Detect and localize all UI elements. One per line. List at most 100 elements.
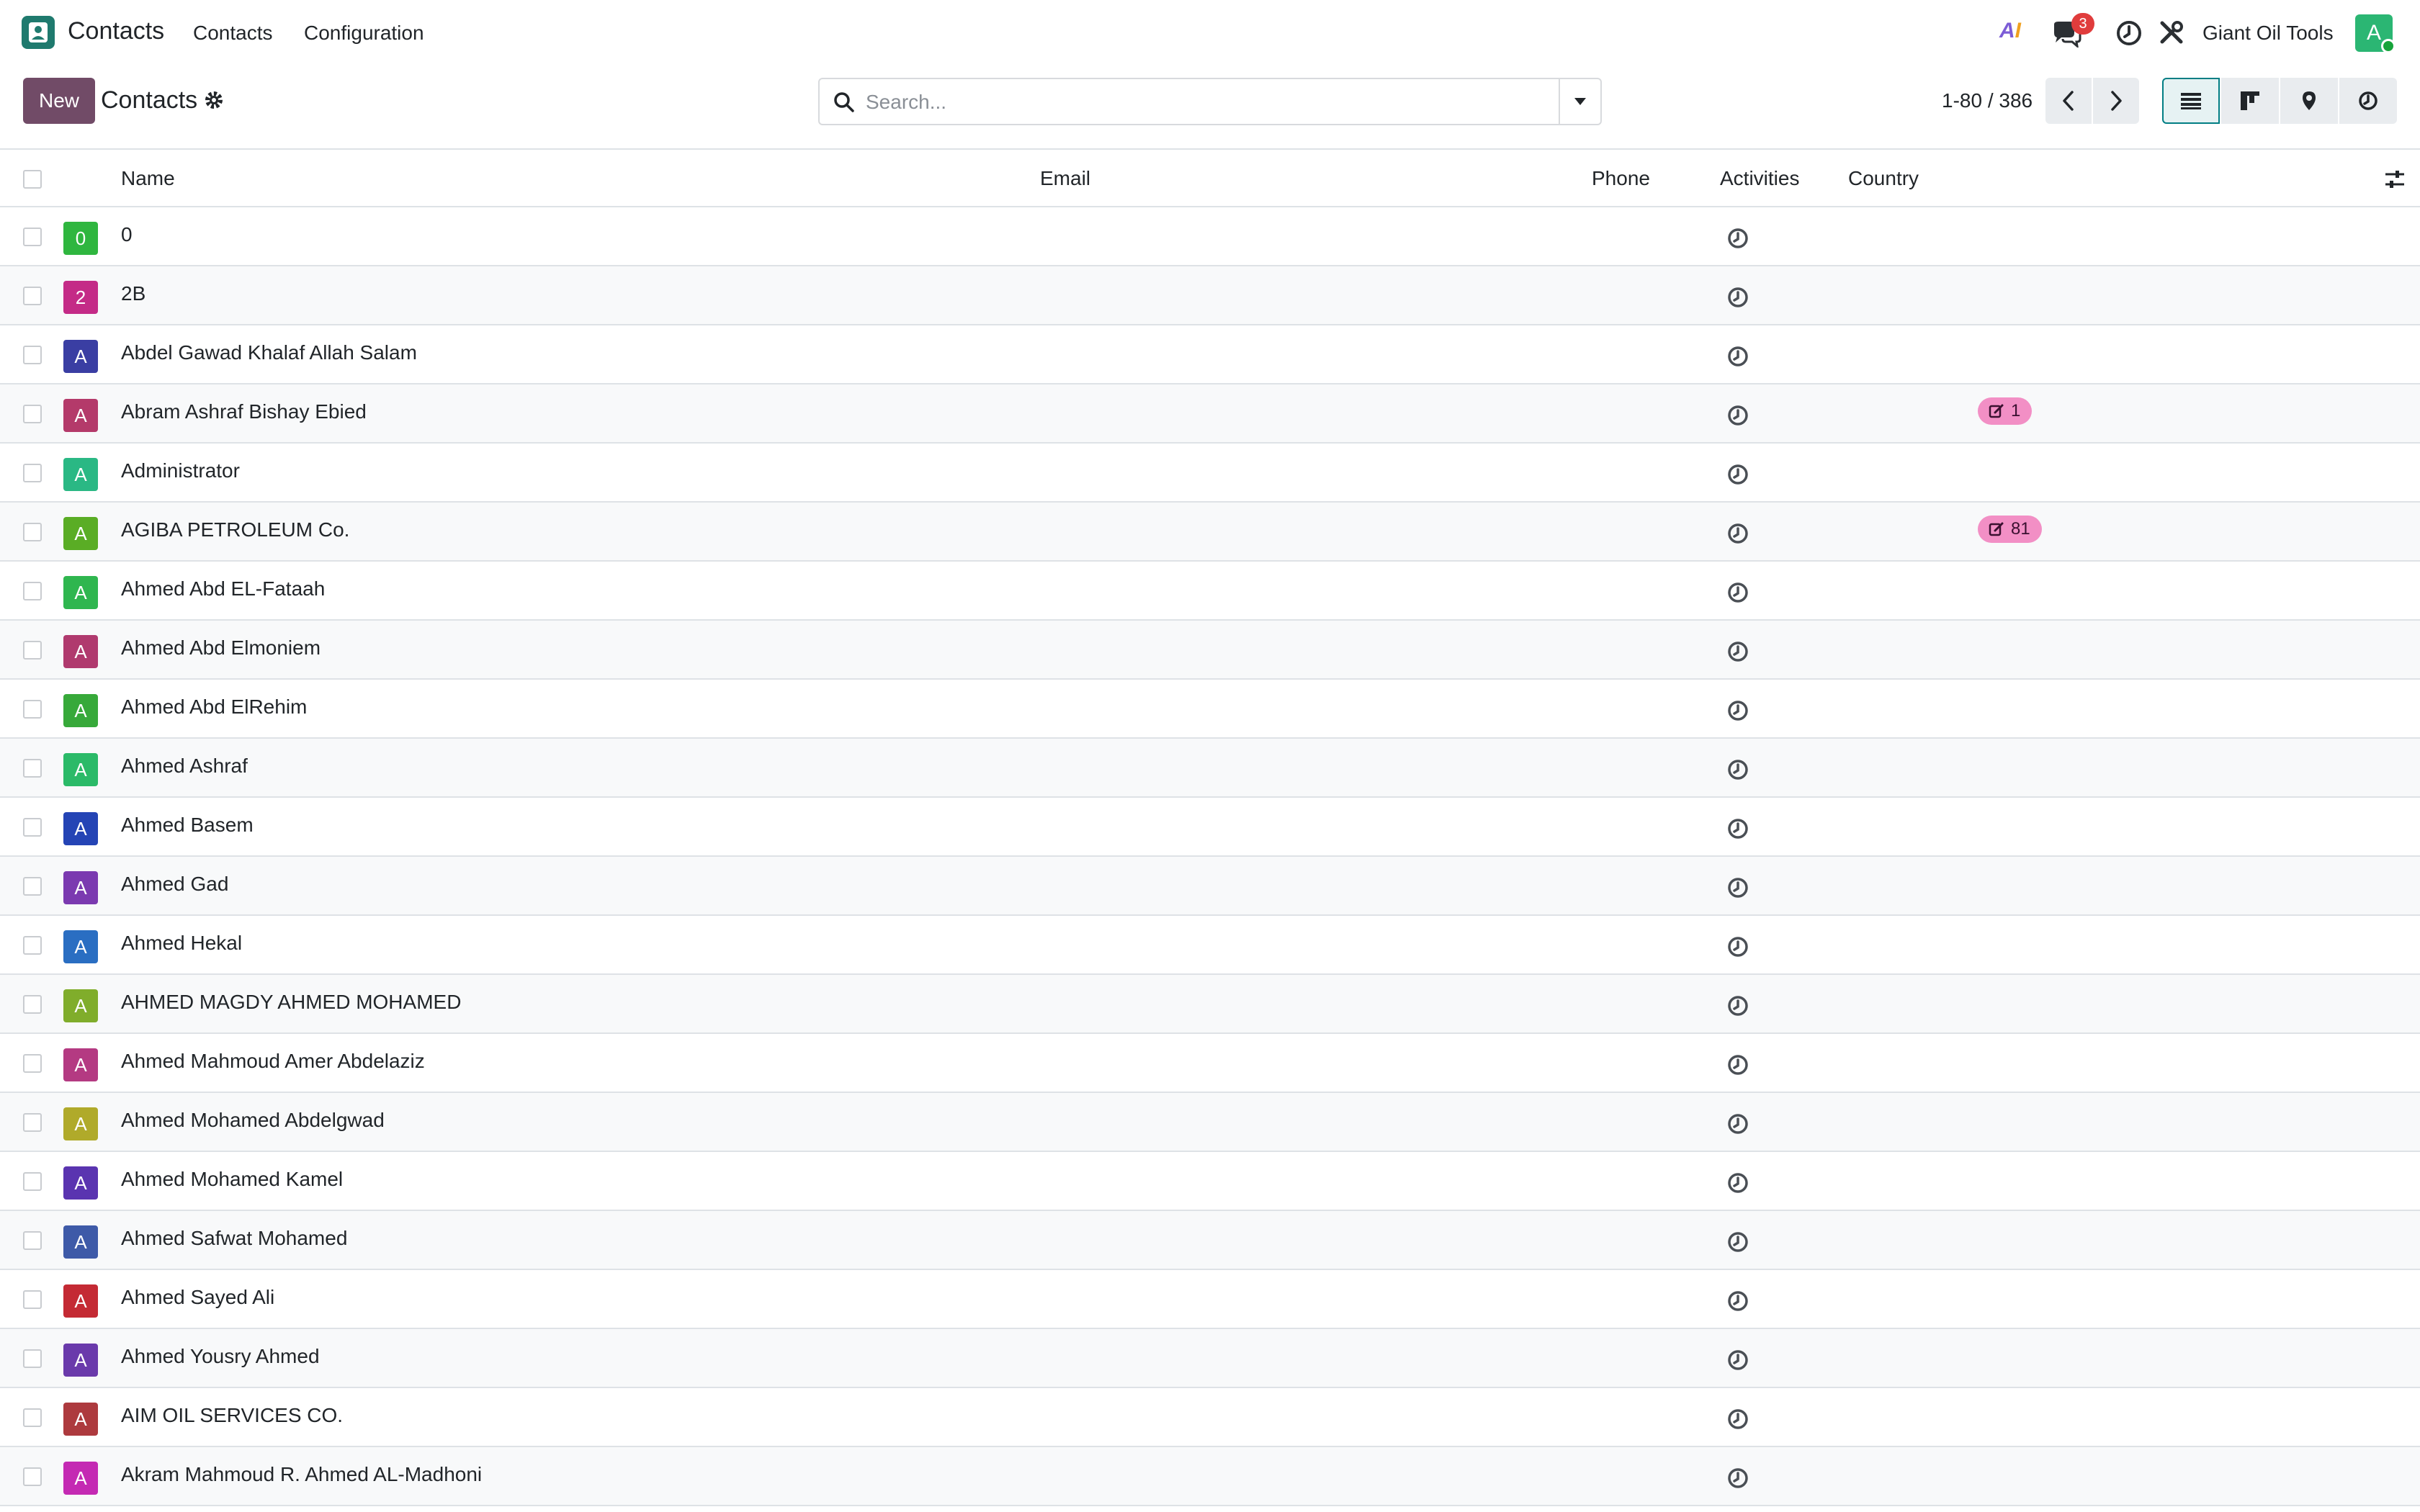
row-checkbox[interactable] — [23, 464, 42, 482]
table-row[interactable]: A Ahmed Mohamed Abdelgwad — [0, 1093, 2420, 1152]
table-row[interactable]: A Ahmed Mohamed Kamel — [0, 1152, 2420, 1211]
contact-name[interactable]: AIM OIL SERVICES CO. — [121, 1404, 343, 1427]
table-row[interactable]: A AHMED MAGDY AHMED MOHAMED — [0, 975, 2420, 1034]
select-all-checkbox[interactable] — [23, 170, 42, 189]
contact-name[interactable]: Ahmed Abd ElRehim — [121, 696, 307, 719]
contact-name[interactable]: Akram Mahmoud R. Ahmed AL-Madhoni — [121, 1463, 482, 1486]
contact-name[interactable]: Ahmed Hekal — [121, 932, 242, 955]
table-row[interactable]: A Ahmed Basem — [0, 798, 2420, 857]
activity-clock-icon[interactable] — [1726, 1466, 1750, 1490]
row-checkbox[interactable] — [23, 700, 42, 719]
map-view-button[interactable] — [2280, 78, 2338, 124]
activity-clock-icon[interactable] — [1726, 1230, 1750, 1254]
activity-clock-icon[interactable] — [1726, 285, 1750, 310]
table-row[interactable]: A AGIBA PETROLEUM Co. 81 — [0, 503, 2420, 562]
activity-clock-icon[interactable] — [1726, 1348, 1750, 1372]
gear-icon[interactable] — [203, 89, 225, 111]
table-row[interactable]: A Ahmed Abd Elmoniem — [0, 621, 2420, 680]
table-row[interactable]: A Akram Mahmoud R. Ahmed AL-Madhoni — [0, 1447, 2420, 1506]
ai-icon[interactable]: AI — [1999, 19, 2021, 43]
row-checkbox[interactable] — [23, 1054, 42, 1073]
activity-clock-icon[interactable] — [1726, 698, 1750, 723]
activity-clock-icon[interactable] — [1726, 994, 1750, 1018]
row-checkbox[interactable] — [23, 1408, 42, 1427]
table-row[interactable]: A AIM OIL SERVICES CO. — [0, 1388, 2420, 1447]
company-switcher[interactable]: Giant Oil Tools — [2202, 22, 2334, 45]
contact-name[interactable]: Ahmed Mahmoud Amer Abdelaziz — [121, 1050, 425, 1073]
table-row[interactable]: A Ahmed Abd EL-Fataah — [0, 562, 2420, 621]
table-row[interactable]: A Ahmed Safwat Mohamed — [0, 1211, 2420, 1270]
table-row[interactable]: A Abdel Gawad Khalaf Allah Salam — [0, 325, 2420, 384]
row-checkbox[interactable] — [23, 228, 42, 246]
table-row[interactable]: A Ahmed Yousry Ahmed — [0, 1329, 2420, 1388]
activity-clock-icon[interactable] — [1726, 1053, 1750, 1077]
row-checkbox[interactable] — [23, 936, 42, 955]
search-input[interactable] — [866, 88, 1514, 117]
activity-clock-icon[interactable] — [1726, 1112, 1750, 1136]
contact-name[interactable]: Ahmed Gad — [121, 873, 228, 896]
contact-name[interactable]: Ahmed Yousry Ahmed — [121, 1345, 320, 1368]
activity-clock-icon[interactable] — [1726, 639, 1750, 664]
table-row[interactable]: A Abram Ashraf Bishay Ebied 1 — [0, 384, 2420, 444]
activity-clock-icon[interactable] — [1726, 462, 1750, 487]
activity-clock-icon[interactable] — [1726, 226, 1750, 251]
contact-name[interactable]: AGIBA PETROLEUM Co. — [121, 518, 349, 541]
row-checkbox[interactable] — [23, 523, 42, 541]
contact-name[interactable]: AHMED MAGDY AHMED MOHAMED — [121, 991, 461, 1014]
contact-name[interactable]: Ahmed Abd Elmoniem — [121, 636, 321, 660]
table-row[interactable]: 2 2B — [0, 266, 2420, 325]
row-checkbox[interactable] — [23, 582, 42, 600]
pager-previous-button[interactable] — [2045, 78, 2092, 124]
row-checkbox[interactable] — [23, 1231, 42, 1250]
contact-name[interactable]: Ahmed Sayed Ali — [121, 1286, 274, 1309]
contact-name[interactable]: Ahmed Mohamed Kamel — [121, 1168, 343, 1191]
row-checkbox[interactable] — [23, 818, 42, 837]
row-checkbox[interactable] — [23, 1349, 42, 1368]
table-row[interactable]: A Ahmed Abd ElRehim — [0, 680, 2420, 739]
table-row[interactable]: A Administrator — [0, 444, 2420, 503]
pager-value[interactable]: 1-80 / 386 — [1942, 89, 2033, 112]
activity-clock-icon[interactable] — [1726, 1289, 1750, 1313]
edit-count-badge[interactable]: 1 — [1978, 397, 2033, 425]
table-row[interactable]: A Ahmed Mahmoud Amer Abdelaziz — [0, 1034, 2420, 1093]
activity-clock-icon[interactable] — [1726, 876, 1750, 900]
contact-name[interactable]: Ahmed Safwat Mohamed — [121, 1227, 347, 1250]
activity-clock-icon[interactable] — [1726, 344, 1750, 369]
menu-contacts[interactable]: Contacts — [193, 22, 273, 45]
row-checkbox[interactable] — [23, 287, 42, 305]
activity-clock-icon[interactable] — [1726, 1171, 1750, 1195]
column-header-email[interactable]: Email — [1040, 167, 1090, 190]
table-row[interactable]: A Ahmed Hekal — [0, 916, 2420, 975]
row-checkbox[interactable] — [23, 1113, 42, 1132]
row-checkbox[interactable] — [23, 1290, 42, 1309]
contact-name[interactable]: Ahmed Abd EL-Fataah — [121, 577, 325, 600]
pager-next-button[interactable] — [2093, 78, 2139, 124]
contact-name[interactable]: Ahmed Ashraf — [121, 755, 248, 778]
column-header-country[interactable]: Country — [1848, 167, 1919, 190]
row-checkbox[interactable] — [23, 346, 42, 364]
row-checkbox[interactable] — [23, 405, 42, 423]
row-checkbox[interactable] — [23, 877, 42, 896]
contact-name[interactable]: 0 — [121, 223, 133, 246]
kanban-view-button[interactable] — [2221, 78, 2279, 124]
list-view-button[interactable] — [2162, 78, 2220, 124]
contact-name[interactable]: Ahmed Basem — [121, 814, 254, 837]
activity-clock-icon[interactable] — [1726, 816, 1750, 841]
row-checkbox[interactable] — [23, 1172, 42, 1191]
column-header-phone[interactable]: Phone — [1592, 167, 1650, 190]
table-row[interactable]: A Ahmed Ashraf — [0, 739, 2420, 798]
activity-clock-icon[interactable] — [1726, 757, 1750, 782]
new-button[interactable]: New — [23, 78, 95, 124]
contact-name[interactable]: Abram Ashraf Bishay Ebied — [121, 400, 367, 423]
activity-clock-icon[interactable] — [1726, 580, 1750, 605]
column-header-activities[interactable]: Activities — [1720, 167, 1799, 190]
table-row[interactable]: 00 — [0, 207, 2420, 266]
table-row[interactable]: A Ahmed Sayed Ali — [0, 1270, 2420, 1329]
activity-clock-icon[interactable] — [2115, 19, 2143, 48]
activity-clock-icon[interactable] — [1726, 935, 1750, 959]
activity-clock-icon[interactable] — [1726, 521, 1750, 546]
menu-configuration[interactable]: Configuration — [304, 22, 424, 45]
row-checkbox[interactable] — [23, 759, 42, 778]
row-checkbox[interactable] — [23, 641, 42, 660]
row-checkbox[interactable] — [23, 995, 42, 1014]
